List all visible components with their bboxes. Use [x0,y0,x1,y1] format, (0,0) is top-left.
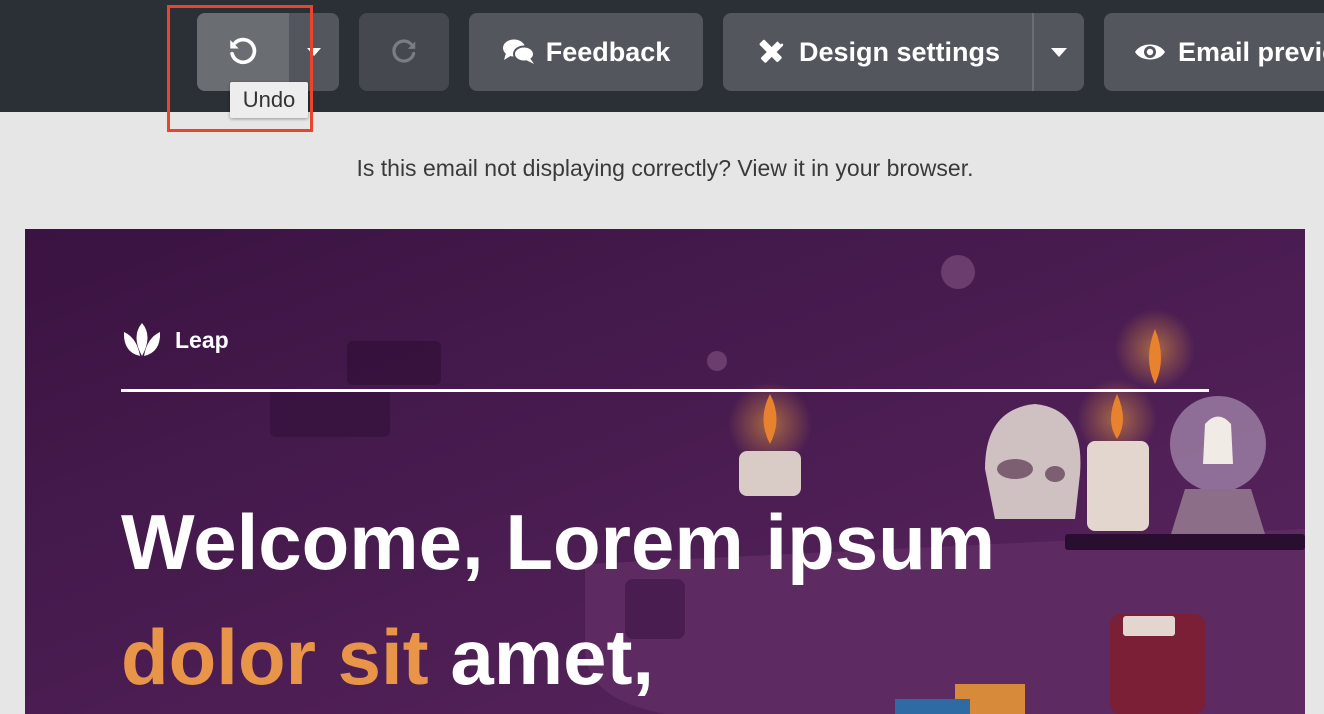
email-preview-button[interactable]: Email previe [1104,13,1324,91]
email-preview-label: Email previe [1178,36,1324,67]
lotus-logo-icon [123,323,161,356]
headline-line-1: Welcome, Lorem ipsum [121,498,996,586]
caret-down-icon [1051,47,1067,57]
design-settings-group: Design settings [723,13,1084,91]
design-tools-icon [759,37,784,63]
design-settings-label: Design settings [798,36,1001,67]
feedback-label: Feedback [545,36,671,67]
headline-line-2: dolor sit amet, [121,600,1121,714]
headline-accent-text: dolor sit [121,613,429,701]
header-divider [121,389,1209,392]
redo-button[interactable] [359,13,449,91]
feedback-button[interactable]: Feedback [469,13,703,91]
design-settings-dropdown[interactable] [1034,13,1084,91]
eye-icon [1135,44,1165,60]
brand-logo: Leap [121,322,229,358]
design-settings-button[interactable]: Design settings [723,13,1032,91]
browser-view-notice[interactable]: Is this email not displaying correctly? … [0,155,1324,182]
email-headline: Welcome, Lorem ipsum dolor sit amet, [121,485,1121,714]
brand-name: Leap [175,326,229,353]
headline-rest-text: amet, [450,613,655,701]
annotation-highlight-box [167,5,313,132]
redo-icon [392,39,416,63]
comments-icon [502,39,535,64]
email-hero-banner: Leap Welcome, Lorem ipsum dolor sit amet… [25,229,1305,714]
